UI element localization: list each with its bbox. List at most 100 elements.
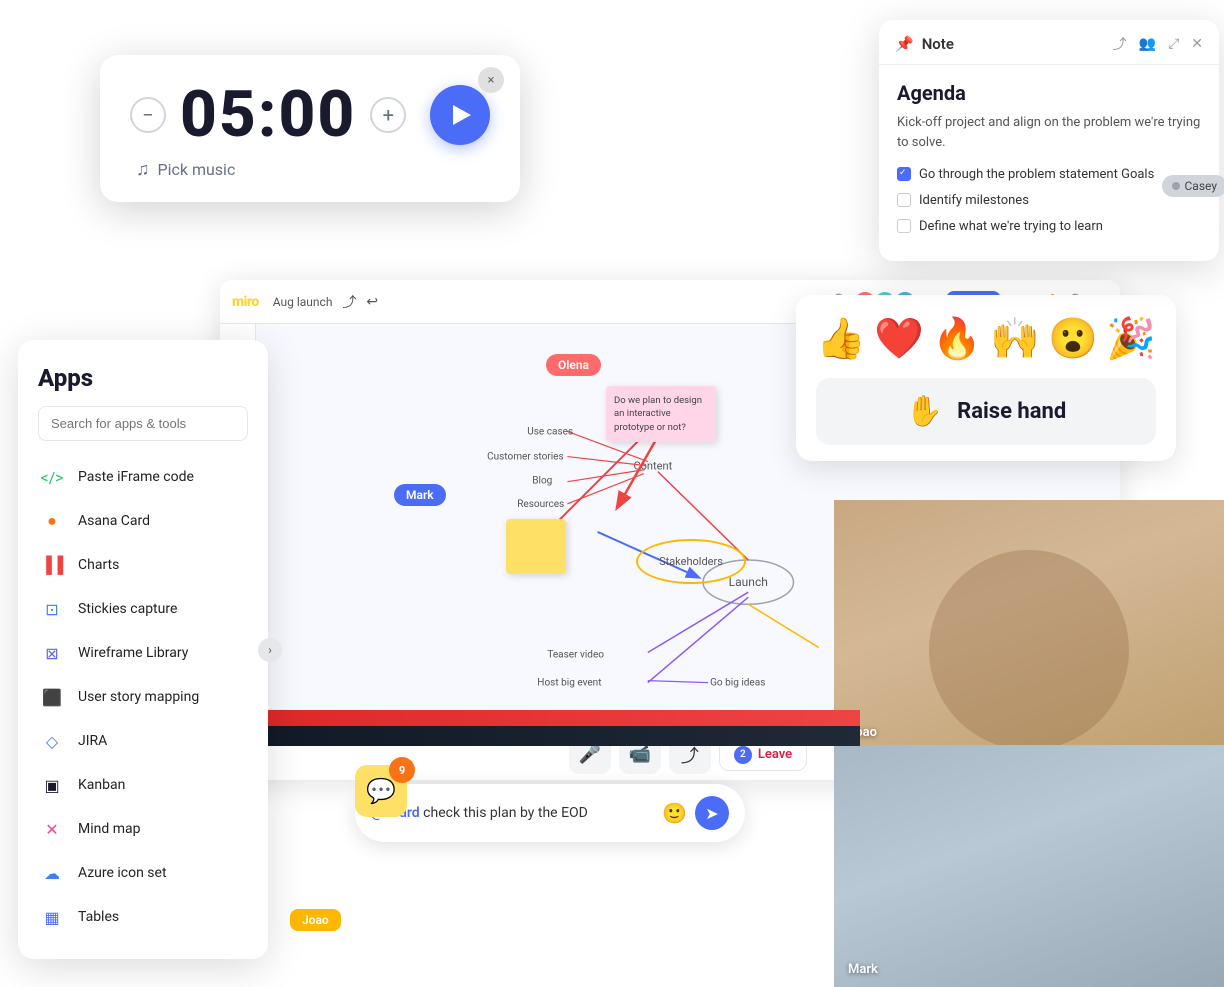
checklist-text-2: Identify milestones — [919, 192, 1029, 210]
miro-project[interactable]: Aug launch — [273, 295, 333, 309]
checklist-item-3[interactable]: Define what we're trying to learn — [897, 218, 1201, 236]
participant-count: 2 — [734, 746, 752, 764]
asana-icon: ● — [38, 507, 66, 535]
chat-message[interactable]: @board check this plan by the EOD — [371, 805, 652, 821]
svg-text:Launch: Launch — [729, 575, 768, 589]
expand-icon[interactable]: ⤢ — [1168, 36, 1179, 52]
note-checklist: Go through the problem statement Goals I… — [897, 166, 1201, 237]
app-item-kanban[interactable]: ▣ Kanban — [38, 763, 248, 807]
olena-badge: Olena — [546, 354, 601, 376]
stakeholders-ellipse: Stakeholders — [636, 539, 746, 584]
mindmap-icon: ✕ — [38, 815, 66, 843]
sticky-yellow — [506, 519, 566, 574]
note-header: 📌 Note ⤴ 👥 ⤢ ✕ — [879, 20, 1219, 65]
note-header-label: Note — [922, 35, 954, 53]
timer-close-btn[interactable]: × — [478, 67, 504, 93]
app-item-jira[interactable]: ◇ JIRA — [38, 719, 248, 763]
joao-video — [834, 500, 1224, 750]
chat-notification[interactable]: 💬 9 — [355, 765, 407, 817]
app-label-charts: Charts — [78, 557, 119, 573]
leave-label: Leave — [758, 747, 792, 762]
miro-logo: miro — [232, 294, 259, 310]
app-label-jira: JIRA — [78, 733, 107, 749]
checkbox-2[interactable] — [897, 193, 911, 207]
emoji-wow[interactable]: 😮 — [1048, 315, 1098, 362]
checklist-text-1: Go through the problem statement Goals — [919, 166, 1154, 184]
timer-music-label: Pick music — [158, 160, 236, 179]
wireframe-icon: ⊠ — [38, 639, 66, 667]
apps-search-input[interactable] — [38, 406, 248, 441]
app-item-iframe[interactable]: </> Paste iFrame code — [38, 455, 248, 499]
app-label-kanban: Kanban — [78, 777, 125, 793]
checklist-item-1[interactable]: Go through the problem statement Goals — [897, 166, 1201, 184]
timer-play-btn[interactable] — [430, 85, 490, 145]
svg-text:Go big ideas: Go big ideas — [710, 678, 765, 689]
pin-icon: 📌 — [895, 35, 914, 53]
mark-video-label: Mark — [848, 962, 878, 977]
app-label-userstory: User story mapping — [78, 689, 199, 705]
note-widget: 📌 Note ⤴ 👥 ⤢ ✕ Agenda Kick-off project a… — [879, 20, 1219, 261]
svg-text:Resources: Resources — [517, 499, 564, 510]
timer-display: 05:00 — [180, 83, 356, 147]
joao-board-label: Joao — [290, 909, 341, 931]
app-item-mindmap[interactable]: ✕ Mind map — [38, 807, 248, 851]
app-item-asana[interactable]: ● Asana Card — [38, 499, 248, 543]
timer-minus-btn[interactable]: − — [130, 97, 166, 133]
close-icon[interactable]: ✕ — [1191, 36, 1203, 52]
azure-icon: ☁ — [38, 859, 66, 887]
app-label-asana: Asana Card — [78, 513, 150, 529]
jira-icon: ◇ — [38, 727, 66, 755]
video-panel-mark: Mark — [834, 745, 1224, 987]
app-item-azure[interactable]: ☁ Azure icon set — [38, 851, 248, 895]
chat-icons: 🙂 ➤ — [662, 796, 729, 830]
emoji-heart[interactable]: ❤️ — [874, 315, 924, 362]
raise-hand-label: Raise hand — [957, 399, 1066, 424]
music-icon: ♫ — [136, 159, 150, 180]
emoji-fire[interactable]: 🔥 — [932, 315, 982, 362]
app-label-stickies: Stickies capture — [78, 601, 177, 617]
video-panel-joao: Joao — [834, 500, 1224, 750]
casey-label: Casey — [1185, 179, 1218, 193]
checkbox-3[interactable] — [897, 219, 911, 233]
app-item-stickies[interactable]: ⊡ Stickies capture — [38, 587, 248, 631]
chat-body: check this plan by the EOD — [423, 805, 588, 821]
charts-icon: ▐▐ — [38, 551, 66, 579]
share-icon[interactable]: ⤴ — [1113, 34, 1127, 54]
collab-icon[interactable]: 👥 — [1139, 36, 1156, 52]
user-badge: Casey — [1162, 175, 1224, 197]
chat-bar: @board check this plan by the EOD 🙂 ➤ — [355, 784, 745, 842]
apps-title: Apps — [38, 364, 248, 392]
notification-count: 9 — [389, 757, 415, 783]
tables-icon: ▦ — [38, 903, 66, 931]
reaction-emojis: 👍 ❤️ 🔥 🙌 😮 🎉 — [816, 315, 1156, 362]
emoji-party[interactable]: 🎉 — [1106, 315, 1156, 362]
send-btn[interactable]: ➤ — [695, 796, 729, 830]
sticky-pink: Do we plan to design an interactive prot… — [606, 386, 716, 442]
svg-text:Blog: Blog — [532, 476, 552, 487]
checklist-item-2[interactable]: Identify milestones — [897, 192, 1201, 210]
emoji-picker-btn[interactable]: 🙂 — [662, 801, 687, 825]
checkbox-1[interactable] — [897, 167, 911, 181]
note-description: Kick-off project and align on the proble… — [897, 113, 1201, 152]
stickies-icon: ⊡ — [38, 595, 66, 623]
app-item-charts[interactable]: ▐▐ Charts — [38, 543, 248, 587]
undo-icon[interactable]: ↩ — [366, 294, 378, 310]
panel-collapse-btn[interactable]: › — [258, 638, 282, 662]
app-item-userstory[interactable]: ⬛ User story mapping — [38, 675, 248, 719]
svg-text:Use cases: Use cases — [527, 426, 573, 437]
iframe-icon: </> — [38, 463, 66, 491]
svg-text:Teaser video: Teaser video — [547, 649, 604, 660]
raise-hand-button[interactable]: ✋ Raise hand — [816, 378, 1156, 445]
upload-icon[interactable]: ⤴ — [342, 292, 356, 312]
emoji-hands[interactable]: 🙌 — [990, 315, 1040, 362]
timer-widget: × − 05:00 + ♫ Pick music — [100, 55, 520, 202]
timer-plus-btn[interactable]: + — [370, 97, 406, 133]
app-item-wireframe[interactable]: ⊠ Wireframe Library — [38, 631, 248, 675]
emoji-thumbsup[interactable]: 👍 — [816, 315, 866, 362]
app-label-wireframe: Wireframe Library — [78, 645, 188, 661]
kanban-icon: ▣ — [38, 771, 66, 799]
app-label-iframe: Paste iFrame code — [78, 469, 194, 485]
app-item-tables[interactable]: ▦ Tables — [38, 895, 248, 939]
app-label-azure: Azure icon set — [78, 865, 167, 881]
app-label-mindmap: Mind map — [78, 821, 140, 837]
